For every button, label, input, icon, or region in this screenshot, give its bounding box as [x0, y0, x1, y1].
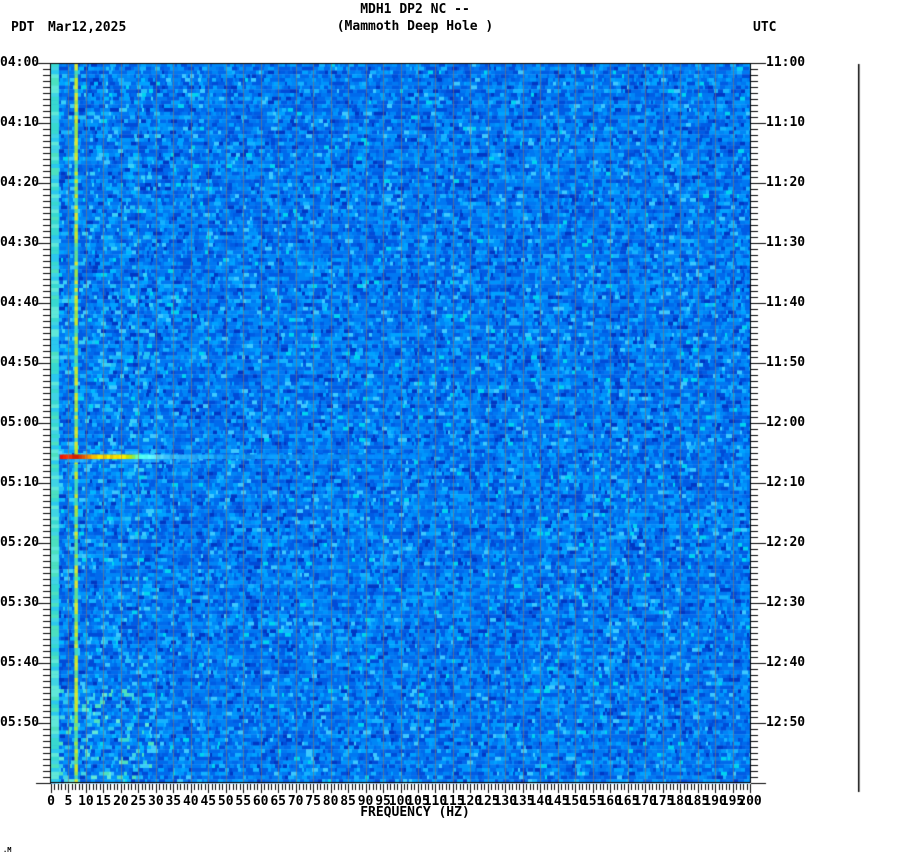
- frequency-axis-label: FREQUENCY (HZ): [360, 805, 470, 820]
- chart-title: MDH1 DP2 NC --: [360, 2, 470, 17]
- left-time-tick-label: 05:40: [0, 655, 40, 670]
- left-time-tick-label: 04:30: [0, 235, 40, 250]
- left-time-tick-label: 05:50: [0, 715, 40, 730]
- left-time-tick-label: 04:50: [0, 355, 40, 370]
- chart-subtitle: (Mammoth Deep Hole ): [336, 19, 494, 34]
- right-time-tick-label: 11:50: [766, 355, 806, 370]
- right-time-tick-label: 11:40: [766, 295, 806, 310]
- spectrogram-page: PDT Mar12,2025 MDH1 DP2 NC -- (Mammoth D…: [0, 0, 902, 864]
- right-time-tick-label: 12:10: [766, 475, 806, 490]
- right-time-tick-label: 11:00: [766, 55, 806, 70]
- right-time-tick-label: 11:10: [766, 115, 806, 130]
- left-time-tick-label: 05:30: [0, 595, 40, 610]
- right-time-tick-label: 11:20: [766, 175, 806, 190]
- right-time-tick-label: 11:30: [766, 235, 806, 250]
- left-time-tick-label: 04:40: [0, 295, 40, 310]
- left-time-tick-label: 05:20: [0, 535, 40, 550]
- left-time-tick-label: 04:10: [0, 115, 40, 130]
- left-time-tick-label: 05:10: [0, 475, 40, 490]
- right-time-tick-label: 12:20: [766, 535, 806, 550]
- timezone-right-label: UTC: [753, 20, 777, 35]
- corner-text: .M: [3, 846, 12, 854]
- left-time-tick-label: 04:00: [0, 55, 40, 70]
- right-time-tick-label: 12:50: [766, 715, 806, 730]
- right-time-tick-label: 12:00: [766, 415, 806, 430]
- right-time-tick-label: 12:40: [766, 655, 806, 670]
- right-time-tick-label: 12:30: [766, 595, 806, 610]
- left-time-tick-label: 05:00: [0, 415, 40, 430]
- left-time-tick-label: 04:20: [0, 175, 40, 190]
